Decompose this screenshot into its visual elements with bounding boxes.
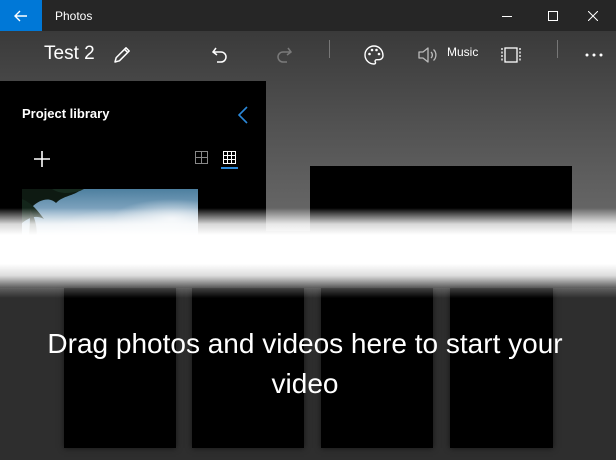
grid-small-icon [222, 150, 236, 164]
rename-button[interactable] [106, 39, 138, 71]
pencil-icon [114, 47, 130, 63]
more-options-button[interactable] [578, 39, 610, 71]
plus-icon [34, 151, 50, 167]
app-title: Photos [55, 9, 93, 23]
aspect-ratio-button[interactable] [495, 39, 527, 71]
undo-button[interactable] [204, 39, 236, 71]
grid-large-icon [194, 150, 208, 164]
storyboard[interactable]: Drag photos and videos here to start you… [0, 288, 616, 460]
title-bar: Photos [0, 0, 616, 31]
add-media-button[interactable] [30, 147, 54, 171]
library-title: Project library [22, 106, 110, 121]
toolbar-separator [557, 40, 558, 58]
storyboard-empty-message: Drag photos and videos here to start you… [47, 328, 563, 399]
toolbar: Test 2 Music [0, 31, 616, 79]
close-icon [588, 10, 598, 21]
minimize-icon [502, 15, 512, 17]
theme-button[interactable] [358, 39, 390, 71]
collapse-library-button[interactable] [232, 103, 254, 127]
large-thumbnail-view-button[interactable] [191, 147, 211, 167]
undo-icon [211, 47, 227, 63]
minimize-button[interactable] [484, 0, 530, 31]
toolbar-separator [329, 40, 330, 58]
speaker-icon [418, 47, 437, 63]
project-title[interactable]: Test 2 [44, 43, 95, 65]
active-view-indicator [221, 167, 238, 169]
ellipsis-icon [585, 53, 603, 57]
chevron-left-icon [238, 106, 248, 124]
maximize-icon [548, 10, 558, 21]
back-arrow-icon [14, 10, 27, 21]
music-button[interactable] [412, 39, 444, 71]
music-label[interactable]: Music [447, 45, 478, 59]
redo-icon [277, 47, 293, 63]
small-thumbnail-view-button[interactable] [219, 147, 239, 167]
close-button[interactable] [570, 0, 616, 31]
back-button[interactable] [0, 0, 42, 31]
redo-button[interactable] [268, 39, 300, 71]
palette-icon [364, 45, 384, 65]
screen-glare [0, 208, 616, 298]
aspect-ratio-icon [501, 47, 521, 63]
